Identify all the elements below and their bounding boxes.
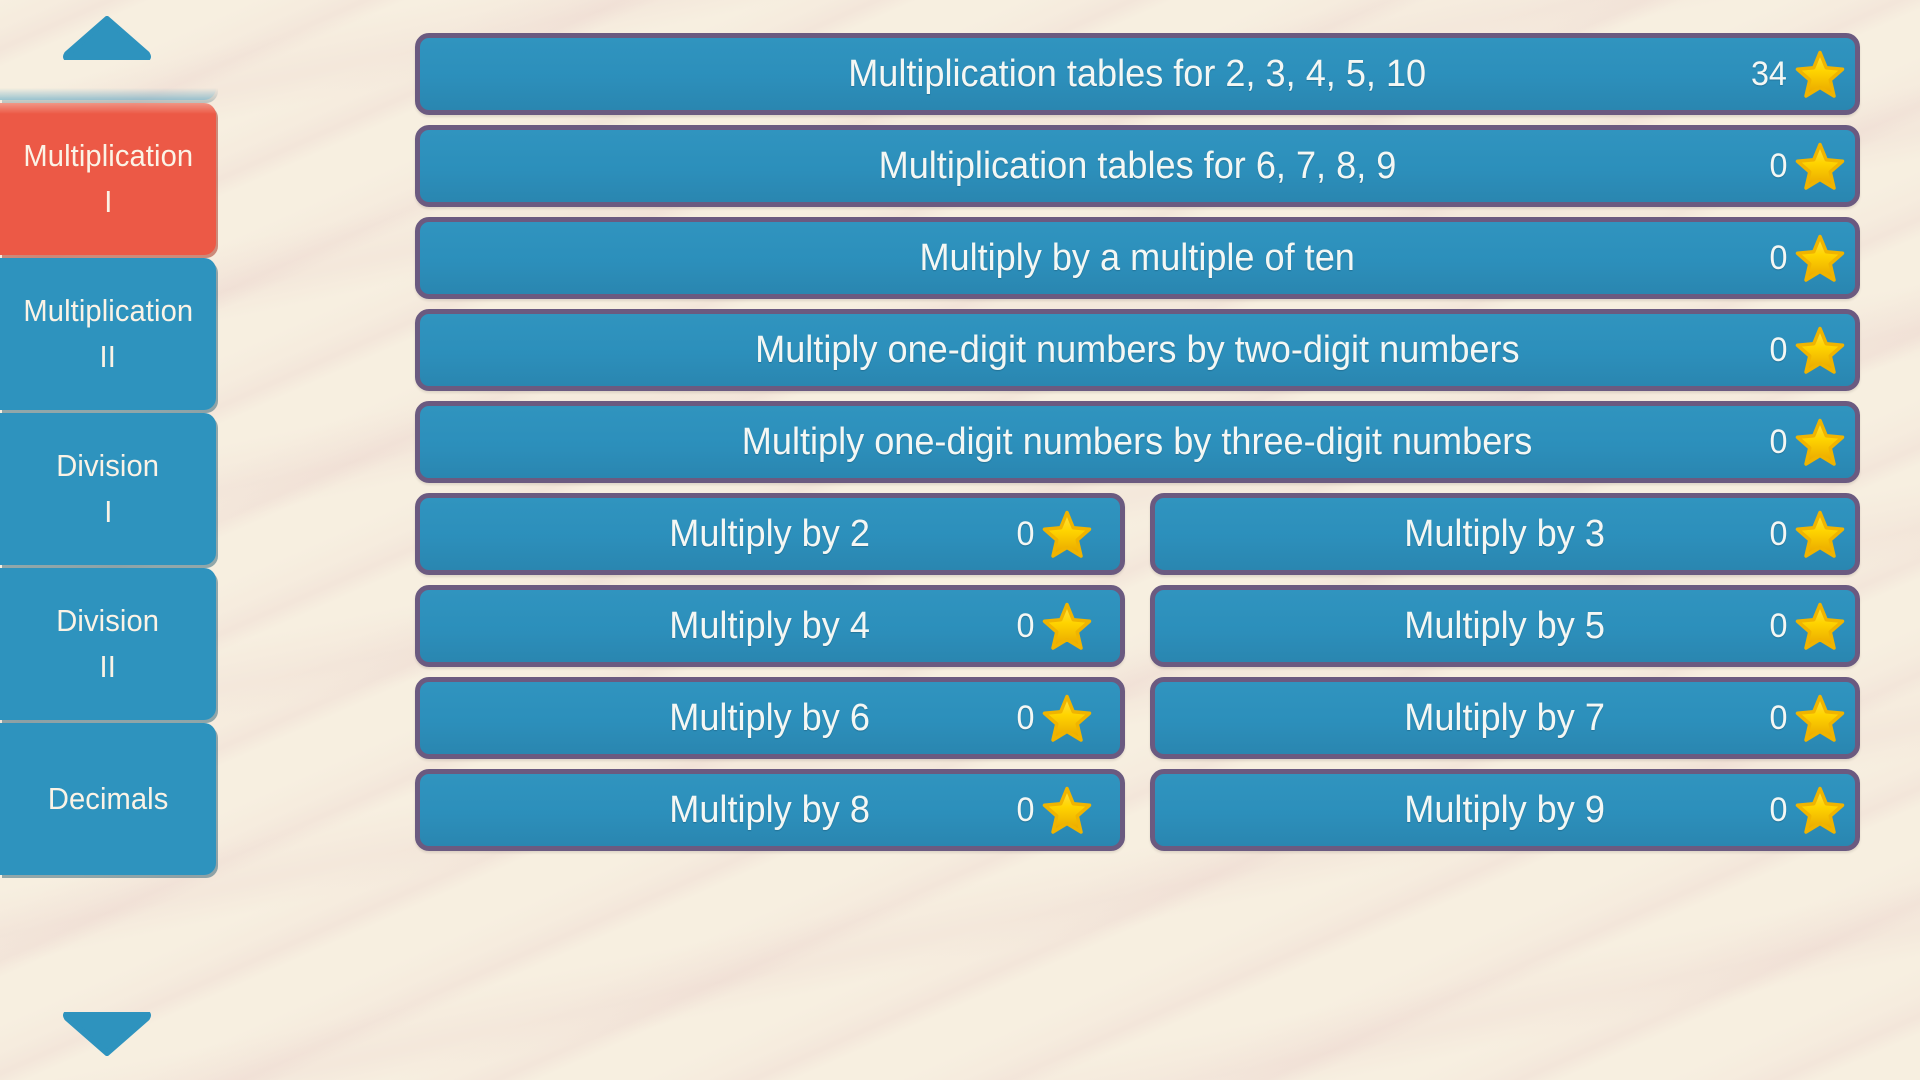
- lesson-label: Multiply one-digit numbers by two-digit …: [755, 329, 1520, 371]
- sidebar-item-level: II: [99, 649, 117, 684]
- star-icon: [1042, 786, 1092, 834]
- triangle-up-icon: [63, 16, 151, 62]
- lesson-button[interactable]: Multiply by 7 0: [1150, 677, 1860, 759]
- star-icon: [1795, 142, 1845, 190]
- score-value: 0: [1769, 515, 1788, 553]
- sidebar-item-level: I: [103, 494, 113, 529]
- lesson-row: Multiply one-digit numbers by two-digit …: [415, 309, 1860, 391]
- sidebar-item-decimals[interactable]: Decimals: [0, 723, 216, 875]
- lesson-label: Multiply by 5: [1404, 605, 1606, 647]
- score-value: 0: [1769, 791, 1788, 829]
- lesson-label: Multiply by 2: [669, 513, 871, 555]
- score-badge: 0: [1769, 509, 1845, 559]
- lesson-list: Multiplication tables for 2, 3, 4, 5, 10…: [415, 33, 1860, 861]
- lesson-button[interactable]: Multiplication tables for 2, 3, 4, 5, 10…: [415, 33, 1860, 115]
- lesson-label: Multiply one-digit numbers by three-digi…: [742, 421, 1533, 463]
- lesson-button[interactable]: Multiply by 9 0: [1150, 769, 1860, 851]
- score-value: 0: [1016, 699, 1035, 737]
- sidebar-item-level: I: [103, 184, 113, 219]
- score-value: 0: [1769, 331, 1788, 369]
- sidebar-item-level: II: [99, 339, 117, 374]
- star-icon: [1795, 326, 1845, 374]
- sidebar-item-multiplication-ii[interactable]: Multiplication II: [0, 258, 216, 410]
- score-value: 0: [1016, 607, 1035, 645]
- score-value: 0: [1016, 791, 1035, 829]
- score-value: 0: [1769, 607, 1788, 645]
- star-icon: [1795, 50, 1845, 98]
- star-icon: [1795, 510, 1845, 558]
- category-sidebar: Multiplication I Multiplication II Division I…: [0, 0, 228, 1080]
- sidebar-item-division-ii[interactable]: Division II: [0, 568, 216, 720]
- star-icon: [1795, 234, 1845, 282]
- lesson-button[interactable]: Multiply by 4 0: [415, 585, 1125, 667]
- score-value: 0: [1016, 515, 1035, 553]
- lesson-button[interactable]: Multiply by a multiple of ten 0: [415, 217, 1860, 299]
- sidebar-item-label: Multiplication: [23, 138, 193, 173]
- score-badge: 0: [1769, 785, 1845, 835]
- lesson-label: Multiplication tables for 6, 7, 8, 9: [878, 145, 1397, 187]
- sidebar-tab-list: Multiplication I Multiplication II Division I…: [0, 103, 228, 875]
- lesson-button[interactable]: Multiplication tables for 6, 7, 8, 9 0: [415, 125, 1860, 207]
- sidebar-item-division-i[interactable]: Division I: [0, 413, 216, 565]
- lesson-label: Multiply by 6: [669, 697, 871, 739]
- score-badge: 0: [1016, 509, 1092, 559]
- star-icon: [1042, 694, 1092, 742]
- lesson-row: Multiply by 4 0 Multiply by 5 0: [415, 585, 1860, 667]
- lesson-row: Multiply by 2 0 Multiply by 3 0: [415, 493, 1860, 575]
- sidebar-item-label: Multiplication: [23, 293, 193, 328]
- scroll-down-button[interactable]: [62, 1010, 152, 1056]
- score-badge: 0: [1769, 325, 1845, 375]
- lesson-row: Multiplication tables for 6, 7, 8, 9 0: [415, 125, 1860, 207]
- app-root: Multiplication I Multiplication II Division I…: [0, 0, 1920, 1080]
- scroll-up-button[interactable]: [62, 16, 152, 62]
- score-value: 0: [1769, 147, 1788, 185]
- score-badge: 0: [1016, 601, 1092, 651]
- lesson-label: Multiplication tables for 2, 3, 4, 5, 10: [848, 53, 1427, 95]
- lesson-row: Multiply by 8 0 Multiply by 9 0: [415, 769, 1860, 851]
- lesson-button[interactable]: Multiply one-digit numbers by three-digi…: [415, 401, 1860, 483]
- star-icon: [1795, 694, 1845, 742]
- lesson-label: Multiply by 4: [669, 605, 871, 647]
- star-icon: [1042, 510, 1092, 558]
- lesson-label: Multiply by 8: [669, 789, 871, 831]
- lesson-button[interactable]: Multiply by 6 0: [415, 677, 1125, 759]
- sidebar-item-previous-partial[interactable]: [0, 88, 216, 100]
- lesson-row: Multiply by 6 0 Multiply by 7 0: [415, 677, 1860, 759]
- lesson-label: Multiply by a multiple of ten: [919, 237, 1356, 279]
- triangle-down-icon: [63, 1010, 151, 1056]
- score-badge: 34: [1750, 49, 1845, 99]
- lesson-button[interactable]: Multiply by 3 0: [1150, 493, 1860, 575]
- score-value: 0: [1769, 239, 1788, 277]
- sidebar-item-label: Division: [56, 448, 160, 483]
- sidebar-tab-viewport[interactable]: Multiplication I Multiplication II Division I…: [0, 88, 228, 1000]
- star-icon: [1795, 418, 1845, 466]
- lesson-button[interactable]: Multiply by 5 0: [1150, 585, 1860, 667]
- score-value: 0: [1769, 699, 1788, 737]
- lesson-label: Multiply by 9: [1404, 789, 1606, 831]
- score-badge: 0: [1769, 233, 1845, 283]
- sidebar-item-label: Division: [56, 603, 160, 638]
- score-value: 0: [1769, 423, 1788, 461]
- score-value: 34: [1751, 55, 1788, 93]
- score-badge: 0: [1016, 693, 1092, 743]
- score-badge: 0: [1769, 417, 1845, 467]
- lesson-row: Multiplication tables for 2, 3, 4, 5, 10…: [415, 33, 1860, 115]
- star-icon: [1042, 602, 1092, 650]
- lesson-row: Multiply by a multiple of ten 0: [415, 217, 1860, 299]
- star-icon: [1795, 786, 1845, 834]
- score-badge: 0: [1769, 601, 1845, 651]
- lesson-button[interactable]: Multiply by 2 0: [415, 493, 1125, 575]
- score-badge: 0: [1016, 785, 1092, 835]
- score-badge: 0: [1769, 141, 1845, 191]
- score-badge: 0: [1769, 693, 1845, 743]
- lesson-label: Multiply by 7: [1404, 697, 1606, 739]
- lesson-button[interactable]: Multiply one-digit numbers by two-digit …: [415, 309, 1860, 391]
- sidebar-item-label: Decimals: [47, 781, 169, 816]
- sidebar-item-multiplication-i[interactable]: Multiplication I: [0, 103, 216, 255]
- lesson-button[interactable]: Multiply by 8 0: [415, 769, 1125, 851]
- lesson-label: Multiply by 3: [1404, 513, 1606, 555]
- star-icon: [1795, 602, 1845, 650]
- lesson-row: Multiply one-digit numbers by three-digi…: [415, 401, 1860, 483]
